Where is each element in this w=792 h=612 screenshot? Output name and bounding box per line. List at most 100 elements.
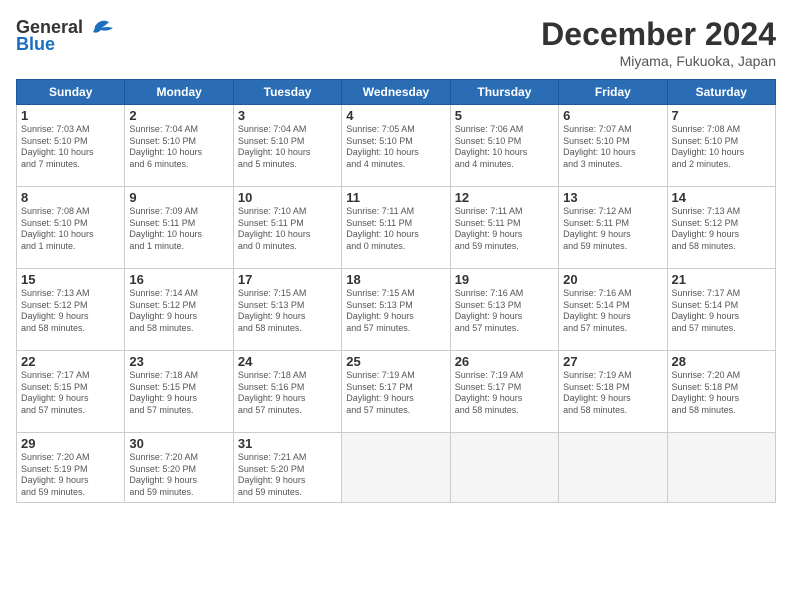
day-number: 17 xyxy=(238,272,337,287)
day-info: Sunrise: 7:19 AMSunset: 5:18 PMDaylight:… xyxy=(563,370,662,417)
header-wednesday: Wednesday xyxy=(342,80,450,105)
table-row: 16Sunrise: 7:14 AMSunset: 5:12 PMDayligh… xyxy=(125,269,233,351)
day-number: 2 xyxy=(129,108,228,123)
day-number: 11 xyxy=(346,190,445,205)
day-info: Sunrise: 7:06 AMSunset: 5:10 PMDaylight:… xyxy=(455,124,554,171)
day-number: 20 xyxy=(563,272,662,287)
day-info: Sunrise: 7:04 AMSunset: 5:10 PMDaylight:… xyxy=(238,124,337,171)
day-info: Sunrise: 7:04 AMSunset: 5:10 PMDaylight:… xyxy=(129,124,228,171)
table-row: 25Sunrise: 7:19 AMSunset: 5:17 PMDayligh… xyxy=(342,351,450,433)
table-row: 5Sunrise: 7:06 AMSunset: 5:10 PMDaylight… xyxy=(450,105,558,187)
day-info: Sunrise: 7:20 AMSunset: 5:19 PMDaylight:… xyxy=(21,452,120,499)
day-info: Sunrise: 7:11 AMSunset: 5:11 PMDaylight:… xyxy=(346,206,445,253)
day-number: 14 xyxy=(672,190,771,205)
table-row: 29Sunrise: 7:20 AMSunset: 5:19 PMDayligh… xyxy=(17,433,125,503)
day-info: Sunrise: 7:20 AMSunset: 5:20 PMDaylight:… xyxy=(129,452,228,499)
table-row: 26Sunrise: 7:19 AMSunset: 5:17 PMDayligh… xyxy=(450,351,558,433)
table-row: 23Sunrise: 7:18 AMSunset: 5:15 PMDayligh… xyxy=(125,351,233,433)
table-row: 4Sunrise: 7:05 AMSunset: 5:10 PMDaylight… xyxy=(342,105,450,187)
table-row xyxy=(559,433,667,503)
header: General Blue December 2024 Miyama, Fukuo… xyxy=(16,16,776,69)
day-info: Sunrise: 7:16 AMSunset: 5:14 PMDaylight:… xyxy=(563,288,662,335)
day-info: Sunrise: 7:14 AMSunset: 5:12 PMDaylight:… xyxy=(129,288,228,335)
table-row: 28Sunrise: 7:20 AMSunset: 5:18 PMDayligh… xyxy=(667,351,775,433)
table-row xyxy=(450,433,558,503)
day-number: 8 xyxy=(21,190,120,205)
table-row xyxy=(342,433,450,503)
day-number: 9 xyxy=(129,190,228,205)
day-info: Sunrise: 7:15 AMSunset: 5:13 PMDaylight:… xyxy=(238,288,337,335)
day-info: Sunrise: 7:21 AMSunset: 5:20 PMDaylight:… xyxy=(238,452,337,499)
table-row: 19Sunrise: 7:16 AMSunset: 5:13 PMDayligh… xyxy=(450,269,558,351)
table-row: 2Sunrise: 7:04 AMSunset: 5:10 PMDaylight… xyxy=(125,105,233,187)
table-row: 12Sunrise: 7:11 AMSunset: 5:11 PMDayligh… xyxy=(450,187,558,269)
day-info: Sunrise: 7:11 AMSunset: 5:11 PMDaylight:… xyxy=(455,206,554,253)
table-row: 22Sunrise: 7:17 AMSunset: 5:15 PMDayligh… xyxy=(17,351,125,433)
logo: General Blue xyxy=(16,16,117,55)
header-saturday: Saturday xyxy=(667,80,775,105)
day-info: Sunrise: 7:17 AMSunset: 5:14 PMDaylight:… xyxy=(672,288,771,335)
day-number: 13 xyxy=(563,190,662,205)
page: General Blue December 2024 Miyama, Fukuo… xyxy=(0,0,792,612)
day-number: 7 xyxy=(672,108,771,123)
header-thursday: Thursday xyxy=(450,80,558,105)
title-area: December 2024 Miyama, Fukuoka, Japan xyxy=(541,16,776,69)
table-row: 1Sunrise: 7:03 AMSunset: 5:10 PMDaylight… xyxy=(17,105,125,187)
day-number: 25 xyxy=(346,354,445,369)
day-number: 5 xyxy=(455,108,554,123)
day-info: Sunrise: 7:18 AMSunset: 5:15 PMDaylight:… xyxy=(129,370,228,417)
day-info: Sunrise: 7:13 AMSunset: 5:12 PMDaylight:… xyxy=(672,206,771,253)
table-row: 13Sunrise: 7:12 AMSunset: 5:11 PMDayligh… xyxy=(559,187,667,269)
table-row: 24Sunrise: 7:18 AMSunset: 5:16 PMDayligh… xyxy=(233,351,341,433)
table-row: 3Sunrise: 7:04 AMSunset: 5:10 PMDaylight… xyxy=(233,105,341,187)
day-info: Sunrise: 7:20 AMSunset: 5:18 PMDaylight:… xyxy=(672,370,771,417)
day-number: 30 xyxy=(129,436,228,451)
table-row: 30Sunrise: 7:20 AMSunset: 5:20 PMDayligh… xyxy=(125,433,233,503)
table-row: 14Sunrise: 7:13 AMSunset: 5:12 PMDayligh… xyxy=(667,187,775,269)
table-row: 31Sunrise: 7:21 AMSunset: 5:20 PMDayligh… xyxy=(233,433,341,503)
day-info: Sunrise: 7:09 AMSunset: 5:11 PMDaylight:… xyxy=(129,206,228,253)
table-row: 21Sunrise: 7:17 AMSunset: 5:14 PMDayligh… xyxy=(667,269,775,351)
table-row xyxy=(667,433,775,503)
header-friday: Friday xyxy=(559,80,667,105)
logo-blue-text: Blue xyxy=(16,34,55,55)
day-info: Sunrise: 7:19 AMSunset: 5:17 PMDaylight:… xyxy=(455,370,554,417)
day-number: 10 xyxy=(238,190,337,205)
day-number: 31 xyxy=(238,436,337,451)
logo-bird-icon xyxy=(87,16,117,38)
header-sunday: Sunday xyxy=(17,80,125,105)
day-info: Sunrise: 7:19 AMSunset: 5:17 PMDaylight:… xyxy=(346,370,445,417)
table-row: 8Sunrise: 7:08 AMSunset: 5:10 PMDaylight… xyxy=(17,187,125,269)
day-number: 22 xyxy=(21,354,120,369)
day-number: 21 xyxy=(672,272,771,287)
day-info: Sunrise: 7:12 AMSunset: 5:11 PMDaylight:… xyxy=(563,206,662,253)
day-number: 15 xyxy=(21,272,120,287)
day-number: 28 xyxy=(672,354,771,369)
day-number: 6 xyxy=(563,108,662,123)
table-row: 27Sunrise: 7:19 AMSunset: 5:18 PMDayligh… xyxy=(559,351,667,433)
day-number: 19 xyxy=(455,272,554,287)
day-info: Sunrise: 7:10 AMSunset: 5:11 PMDaylight:… xyxy=(238,206,337,253)
location: Miyama, Fukuoka, Japan xyxy=(541,53,776,69)
table-row: 15Sunrise: 7:13 AMSunset: 5:12 PMDayligh… xyxy=(17,269,125,351)
day-number: 24 xyxy=(238,354,337,369)
table-row: 10Sunrise: 7:10 AMSunset: 5:11 PMDayligh… xyxy=(233,187,341,269)
day-info: Sunrise: 7:16 AMSunset: 5:13 PMDaylight:… xyxy=(455,288,554,335)
day-info: Sunrise: 7:15 AMSunset: 5:13 PMDaylight:… xyxy=(346,288,445,335)
table-row: 7Sunrise: 7:08 AMSunset: 5:10 PMDaylight… xyxy=(667,105,775,187)
table-row: 6Sunrise: 7:07 AMSunset: 5:10 PMDaylight… xyxy=(559,105,667,187)
day-number: 12 xyxy=(455,190,554,205)
day-info: Sunrise: 7:05 AMSunset: 5:10 PMDaylight:… xyxy=(346,124,445,171)
table-row: 9Sunrise: 7:09 AMSunset: 5:11 PMDaylight… xyxy=(125,187,233,269)
day-info: Sunrise: 7:18 AMSunset: 5:16 PMDaylight:… xyxy=(238,370,337,417)
day-number: 18 xyxy=(346,272,445,287)
table-row: 18Sunrise: 7:15 AMSunset: 5:13 PMDayligh… xyxy=(342,269,450,351)
table-row: 11Sunrise: 7:11 AMSunset: 5:11 PMDayligh… xyxy=(342,187,450,269)
day-info: Sunrise: 7:07 AMSunset: 5:10 PMDaylight:… xyxy=(563,124,662,171)
table-row: 20Sunrise: 7:16 AMSunset: 5:14 PMDayligh… xyxy=(559,269,667,351)
day-number: 1 xyxy=(21,108,120,123)
day-number: 4 xyxy=(346,108,445,123)
day-number: 23 xyxy=(129,354,228,369)
table-row: 17Sunrise: 7:15 AMSunset: 5:13 PMDayligh… xyxy=(233,269,341,351)
calendar: Sunday Monday Tuesday Wednesday Thursday… xyxy=(16,79,776,503)
